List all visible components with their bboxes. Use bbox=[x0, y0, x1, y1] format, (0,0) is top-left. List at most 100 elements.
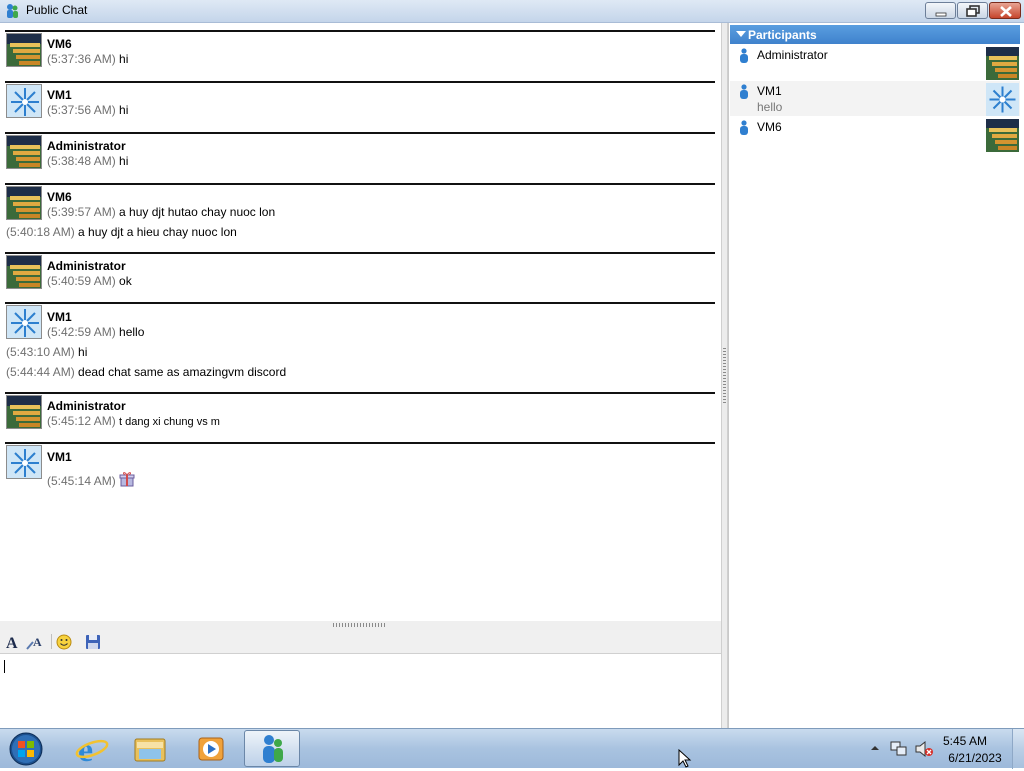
person-icon bbox=[740, 84, 748, 99]
internet-explorer-taskbar-button[interactable]: e bbox=[64, 730, 120, 769]
horizontal-splitter[interactable] bbox=[0, 621, 721, 630]
message-group: Administrator (5:40:59 AM) ok bbox=[0, 252, 715, 300]
save-button[interactable] bbox=[83, 632, 103, 652]
network-icon[interactable] bbox=[890, 740, 908, 758]
message-text: dead chat same as amazingvm discord bbox=[78, 365, 287, 379]
toolbar-separator bbox=[51, 634, 52, 649]
ladder-avatar bbox=[6, 33, 42, 67]
message-line: (5:42:59 AM) hello bbox=[47, 325, 144, 339]
participant-item[interactable]: VM1 hello bbox=[730, 81, 1020, 116]
participants-header[interactable]: Participants bbox=[730, 25, 1020, 44]
messenger-taskbar-button[interactable] bbox=[244, 730, 300, 767]
participant-item[interactable]: VM6 bbox=[730, 117, 1020, 152]
sender-name: VM1 bbox=[47, 310, 72, 324]
sender-name: VM6 bbox=[47, 190, 72, 204]
formatting-toolbar: A A bbox=[0, 630, 721, 654]
participant-status: hello bbox=[757, 100, 783, 114]
splitter-grip bbox=[333, 623, 387, 627]
message-input[interactable] bbox=[0, 654, 721, 728]
message-separator bbox=[5, 442, 715, 444]
mouse-cursor-icon bbox=[678, 749, 692, 768]
svg-text:A: A bbox=[6, 635, 18, 652]
person-icon bbox=[740, 120, 748, 135]
message-timestamp: (5:37:36 AM) bbox=[47, 52, 116, 66]
start-button[interactable] bbox=[6, 731, 46, 767]
message-text: ok bbox=[119, 274, 132, 288]
message-timestamp: (5:44:44 AM) bbox=[6, 365, 75, 379]
message-input-area[interactable] bbox=[0, 654, 721, 728]
message-text: hi bbox=[119, 154, 129, 168]
ladder-avatar bbox=[6, 255, 42, 289]
ladder-avatar bbox=[986, 119, 1019, 152]
sender-name: VM6 bbox=[47, 37, 72, 51]
show-desktop-button[interactable] bbox=[1012, 729, 1024, 769]
emoticon-button[interactable] bbox=[54, 632, 74, 652]
participant-item[interactable]: Administrator bbox=[730, 45, 1020, 80]
font-icon: A bbox=[6, 635, 18, 652]
message-text: a huy djt hutao chay nuoc lon bbox=[119, 205, 276, 219]
messenger-app-icon bbox=[7, 4, 18, 18]
message-separator bbox=[5, 30, 715, 32]
message-timestamp: (5:45:12 AM) bbox=[47, 414, 116, 428]
pinwheel-avatar bbox=[6, 84, 42, 118]
sender-name: VM1 bbox=[47, 450, 72, 464]
media-player-icon bbox=[198, 737, 224, 761]
message-timestamp: (5:40:18 AM) bbox=[6, 225, 75, 239]
message-line: (5:40:59 AM) ok bbox=[47, 274, 132, 288]
text-caret bbox=[4, 660, 5, 673]
close-icon bbox=[1000, 6, 1012, 17]
clock-time[interactable]: 5:45 AM bbox=[935, 734, 995, 748]
message-line: (5:38:48 AM) hi bbox=[47, 154, 128, 168]
message-line: (5:43:10 AM) hi bbox=[6, 345, 87, 359]
message-timestamp: (5:37:56 AM) bbox=[47, 103, 116, 117]
font-button[interactable]: A bbox=[3, 632, 23, 652]
message-line: (5:37:36 AM) hi bbox=[47, 52, 128, 66]
message-group: Administrator (5:38:48 AM) hi bbox=[0, 132, 715, 180]
pinwheel-avatar bbox=[6, 445, 42, 479]
clock-date[interactable]: 6/21/2023 bbox=[935, 751, 1015, 765]
participant-name: VM6 bbox=[757, 120, 782, 134]
windows-explorer-taskbar-button[interactable] bbox=[123, 730, 179, 767]
message-text: t dang xi chung vs m bbox=[119, 416, 220, 428]
message-group: VM1 (5:42:59 AM) hello (5:43:10 AM) hi (… bbox=[0, 302, 715, 389]
message-separator bbox=[5, 392, 715, 394]
message-timestamp: (5:40:59 AM) bbox=[47, 274, 116, 288]
pinwheel-avatar bbox=[6, 305, 42, 339]
message-separator bbox=[5, 183, 715, 185]
message-timestamp: (5:38:48 AM) bbox=[47, 154, 116, 168]
vertical-splitter[interactable] bbox=[721, 23, 728, 728]
message-separator bbox=[5, 302, 715, 304]
ladder-avatar bbox=[986, 47, 1019, 80]
splitter-grip bbox=[723, 348, 726, 403]
message-group: VM6 (5:37:36 AM) hi bbox=[0, 30, 715, 78]
message-timestamp: (5:42:59 AM) bbox=[47, 325, 116, 339]
message-line: (5:44:44 AM) dead chat same as amazingvm… bbox=[6, 365, 286, 379]
close-button[interactable] bbox=[989, 2, 1021, 19]
message-line: (5:45:12 AM) t dang xi chung vs m bbox=[47, 414, 220, 428]
participant-name: VM1 bbox=[757, 84, 782, 98]
emoticon-icon bbox=[56, 634, 72, 650]
message-text: hi bbox=[78, 345, 88, 359]
restore-icon bbox=[966, 5, 980, 17]
message-timestamp: (5:45:14 AM) bbox=[47, 474, 116, 488]
message-timestamp: (5:43:10 AM) bbox=[6, 345, 75, 359]
message-line: (5:45:14 AM) bbox=[47, 471, 135, 488]
windows-explorer-icon bbox=[134, 738, 166, 762]
message-group: VM6 (5:39:57 AM) a huy djt hutao chay nu… bbox=[0, 183, 715, 249]
font-color-button[interactable]: A bbox=[25, 632, 45, 652]
window-title: Public Chat bbox=[26, 3, 88, 17]
ladder-avatar bbox=[6, 395, 42, 429]
title-bar: Public Chat bbox=[0, 0, 1024, 23]
pinwheel-avatar bbox=[986, 83, 1019, 116]
message-group: Administrator (5:45:12 AM) t dang xi chu… bbox=[0, 392, 715, 440]
participants-header-label: Participants bbox=[748, 28, 817, 42]
message-timestamp: (5:39:57 AM) bbox=[47, 205, 116, 219]
internet-explorer-icon: e bbox=[75, 732, 109, 769]
media-player-taskbar-button[interactable] bbox=[183, 730, 239, 767]
chat-transcript[interactable]: VM6 (5:37:36 AM) hi VM1 (5:37:56 AM) hi … bbox=[0, 23, 720, 621]
restore-button[interactable] bbox=[957, 2, 988, 19]
minimize-button[interactable] bbox=[925, 2, 956, 19]
volume-muted-icon[interactable] bbox=[914, 740, 934, 758]
show-hidden-icons-icon[interactable] bbox=[870, 743, 880, 753]
participants-panel: Participants Administrator VM1 hello VM6 bbox=[728, 23, 1021, 728]
